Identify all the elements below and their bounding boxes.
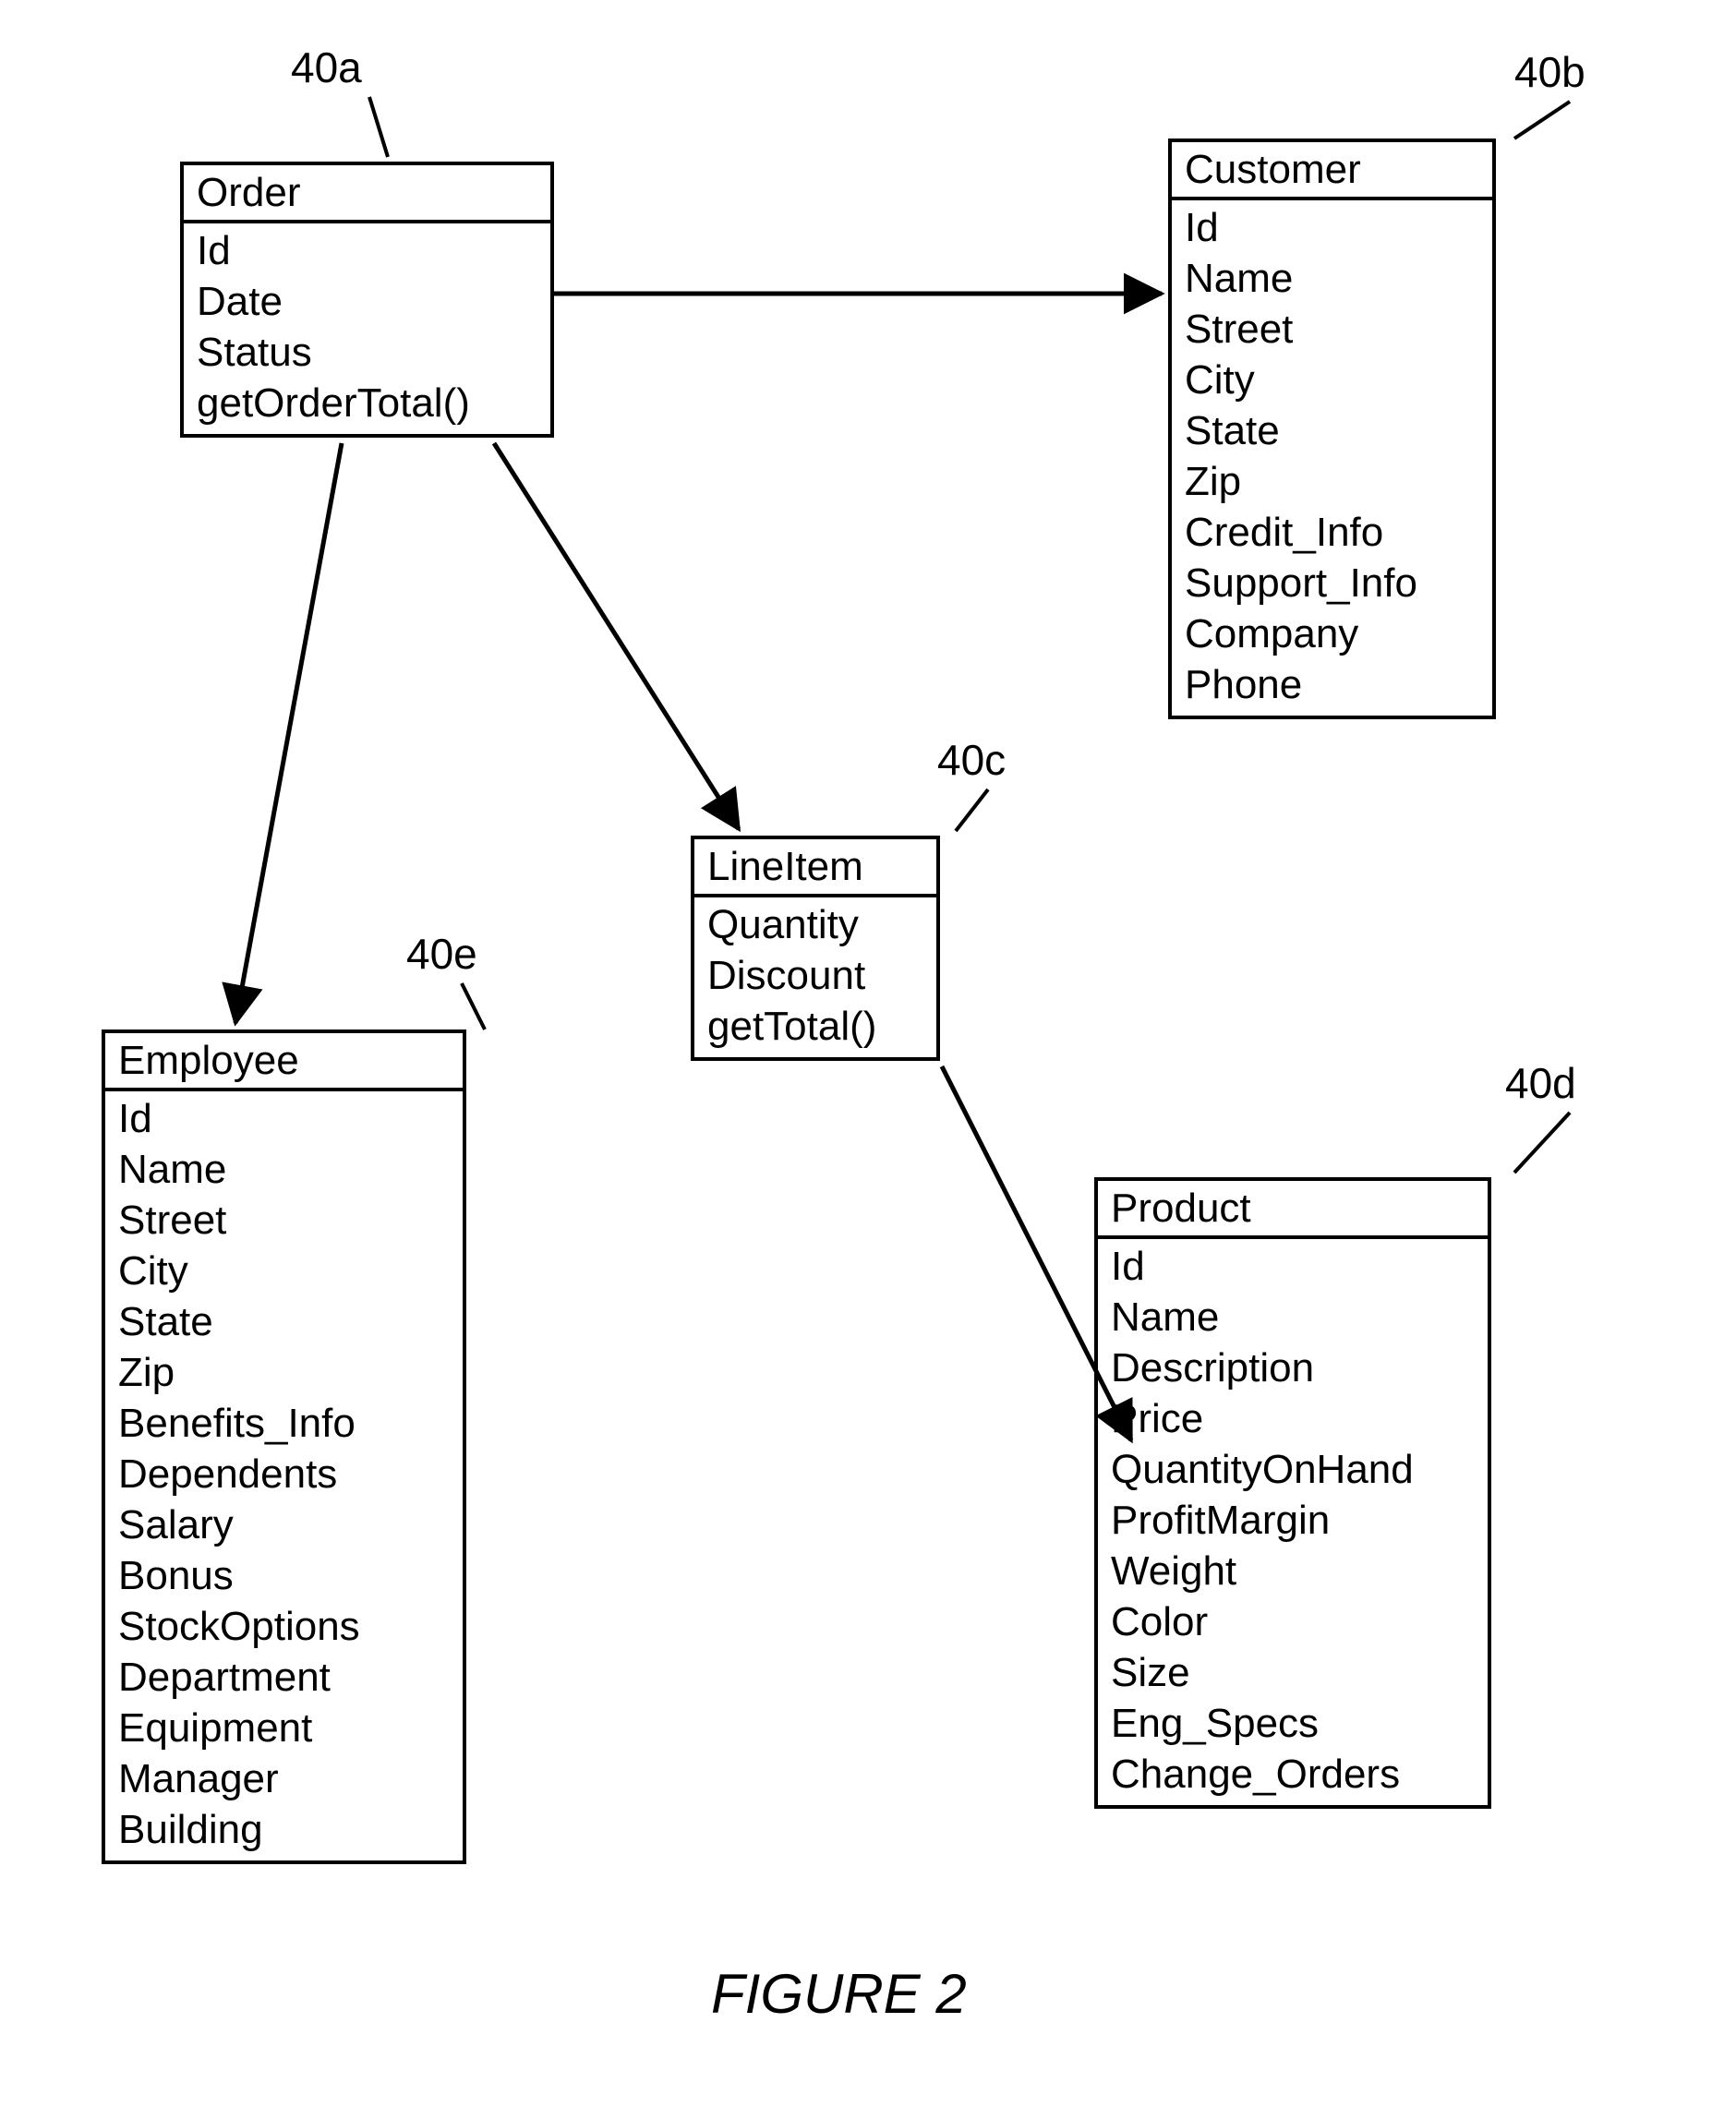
entity-order: Order IdDateStatusgetOrderTotal() bbox=[180, 162, 554, 438]
entity-lineitem-attrs: QuantityDiscountgetTotal() bbox=[694, 897, 936, 1057]
entity-attr: Name bbox=[1111, 1292, 1475, 1342]
entity-attr: Benefits_Info bbox=[118, 1398, 450, 1449]
entity-employee-title: Employee bbox=[105, 1033, 463, 1091]
entity-attr: Color bbox=[1111, 1596, 1475, 1647]
entity-employee: Employee IdNameStreetCityStateZipBenefit… bbox=[102, 1029, 466, 1864]
entity-order-attrs: IdDateStatusgetOrderTotal() bbox=[184, 223, 550, 434]
entity-lineitem-title: LineItem bbox=[694, 839, 936, 897]
entity-attr: Zip bbox=[1185, 456, 1479, 507]
entity-lineitem: LineItem QuantityDiscountgetTotal() bbox=[691, 836, 940, 1061]
entity-attr: Building bbox=[118, 1804, 450, 1855]
entity-attr: Department bbox=[118, 1652, 450, 1703]
entity-attr: Support_Info bbox=[1185, 558, 1479, 608]
entity-product-title: Product bbox=[1098, 1181, 1488, 1239]
entity-attr: StockOptions bbox=[118, 1601, 450, 1652]
entity-product-attrs: IdNameDescriptionPriceQuantityOnHandProf… bbox=[1098, 1239, 1488, 1805]
entity-attr: Id bbox=[1111, 1241, 1475, 1292]
label-40b: 40b bbox=[1514, 51, 1585, 93]
entity-attr: Status bbox=[197, 327, 537, 378]
entity-employee-attrs: IdNameStreetCityStateZipBenefits_InfoDep… bbox=[105, 1091, 463, 1860]
entity-attr: Weight bbox=[1111, 1546, 1475, 1596]
label-40e: 40e bbox=[406, 933, 477, 975]
entity-attr: Credit_Info bbox=[1185, 507, 1479, 558]
entity-attr: Eng_Specs bbox=[1111, 1698, 1475, 1749]
entity-attr: Phone bbox=[1185, 659, 1479, 710]
entity-attr: Id bbox=[1185, 202, 1479, 253]
entity-attr: City bbox=[118, 1246, 450, 1296]
entity-attr: Manager bbox=[118, 1753, 450, 1804]
entity-attr: Size bbox=[1111, 1647, 1475, 1698]
diagram-canvas: 40a 40b 40c 40d 40e Order IdDateStatusge… bbox=[0, 0, 1736, 2107]
entity-attr: Equipment bbox=[118, 1703, 450, 1753]
label-40a: 40a bbox=[291, 46, 362, 89]
entity-attr: State bbox=[118, 1296, 450, 1347]
entity-attr: Name bbox=[1185, 253, 1479, 304]
entity-attr: Quantity bbox=[707, 899, 923, 950]
entity-attr: Change_Orders bbox=[1111, 1749, 1475, 1800]
entity-attr: getTotal() bbox=[707, 1001, 923, 1052]
entity-attr: Name bbox=[118, 1144, 450, 1195]
entity-attr: QuantityOnHand bbox=[1111, 1444, 1475, 1495]
entity-attr: Street bbox=[1185, 304, 1479, 355]
entity-attr: State bbox=[1185, 405, 1479, 456]
entity-product: Product IdNameDescriptionPriceQuantityOn… bbox=[1094, 1177, 1491, 1809]
entity-attr: Bonus bbox=[118, 1550, 450, 1601]
entity-attr: Id bbox=[118, 1093, 450, 1144]
leader-40e bbox=[462, 983, 485, 1029]
entity-attr: Description bbox=[1111, 1342, 1475, 1393]
entity-customer-title: Customer bbox=[1172, 142, 1492, 200]
entity-attr: Street bbox=[118, 1195, 450, 1246]
label-40c: 40c bbox=[937, 739, 1006, 781]
label-40d: 40d bbox=[1505, 1062, 1576, 1104]
entity-customer-attrs: IdNameStreetCityStateZipCredit_InfoSuppo… bbox=[1172, 200, 1492, 716]
entity-attr: Id bbox=[197, 225, 537, 276]
leader-40a bbox=[369, 97, 388, 157]
arrow-order-lineitem bbox=[494, 443, 739, 829]
entity-attr: Zip bbox=[118, 1347, 450, 1398]
leader-40d bbox=[1514, 1113, 1570, 1173]
entity-attr: Dependents bbox=[118, 1449, 450, 1499]
entity-attr: getOrderTotal() bbox=[197, 378, 537, 428]
entity-attr: Company bbox=[1185, 608, 1479, 659]
entity-attr: City bbox=[1185, 355, 1479, 405]
entity-attr: ProfitMargin bbox=[1111, 1495, 1475, 1546]
leader-40b bbox=[1514, 102, 1570, 138]
entity-attr: Date bbox=[197, 276, 537, 327]
entity-order-title: Order bbox=[184, 165, 550, 223]
entity-attr: Discount bbox=[707, 950, 923, 1001]
entity-attr: Salary bbox=[118, 1499, 450, 1550]
arrow-order-employee bbox=[235, 443, 342, 1023]
leader-40c bbox=[956, 789, 988, 831]
figure-caption: FIGURE 2 bbox=[711, 1967, 967, 2022]
entity-customer: Customer IdNameStreetCityStateZipCredit_… bbox=[1168, 138, 1496, 719]
entity-attr: Price bbox=[1111, 1393, 1475, 1444]
